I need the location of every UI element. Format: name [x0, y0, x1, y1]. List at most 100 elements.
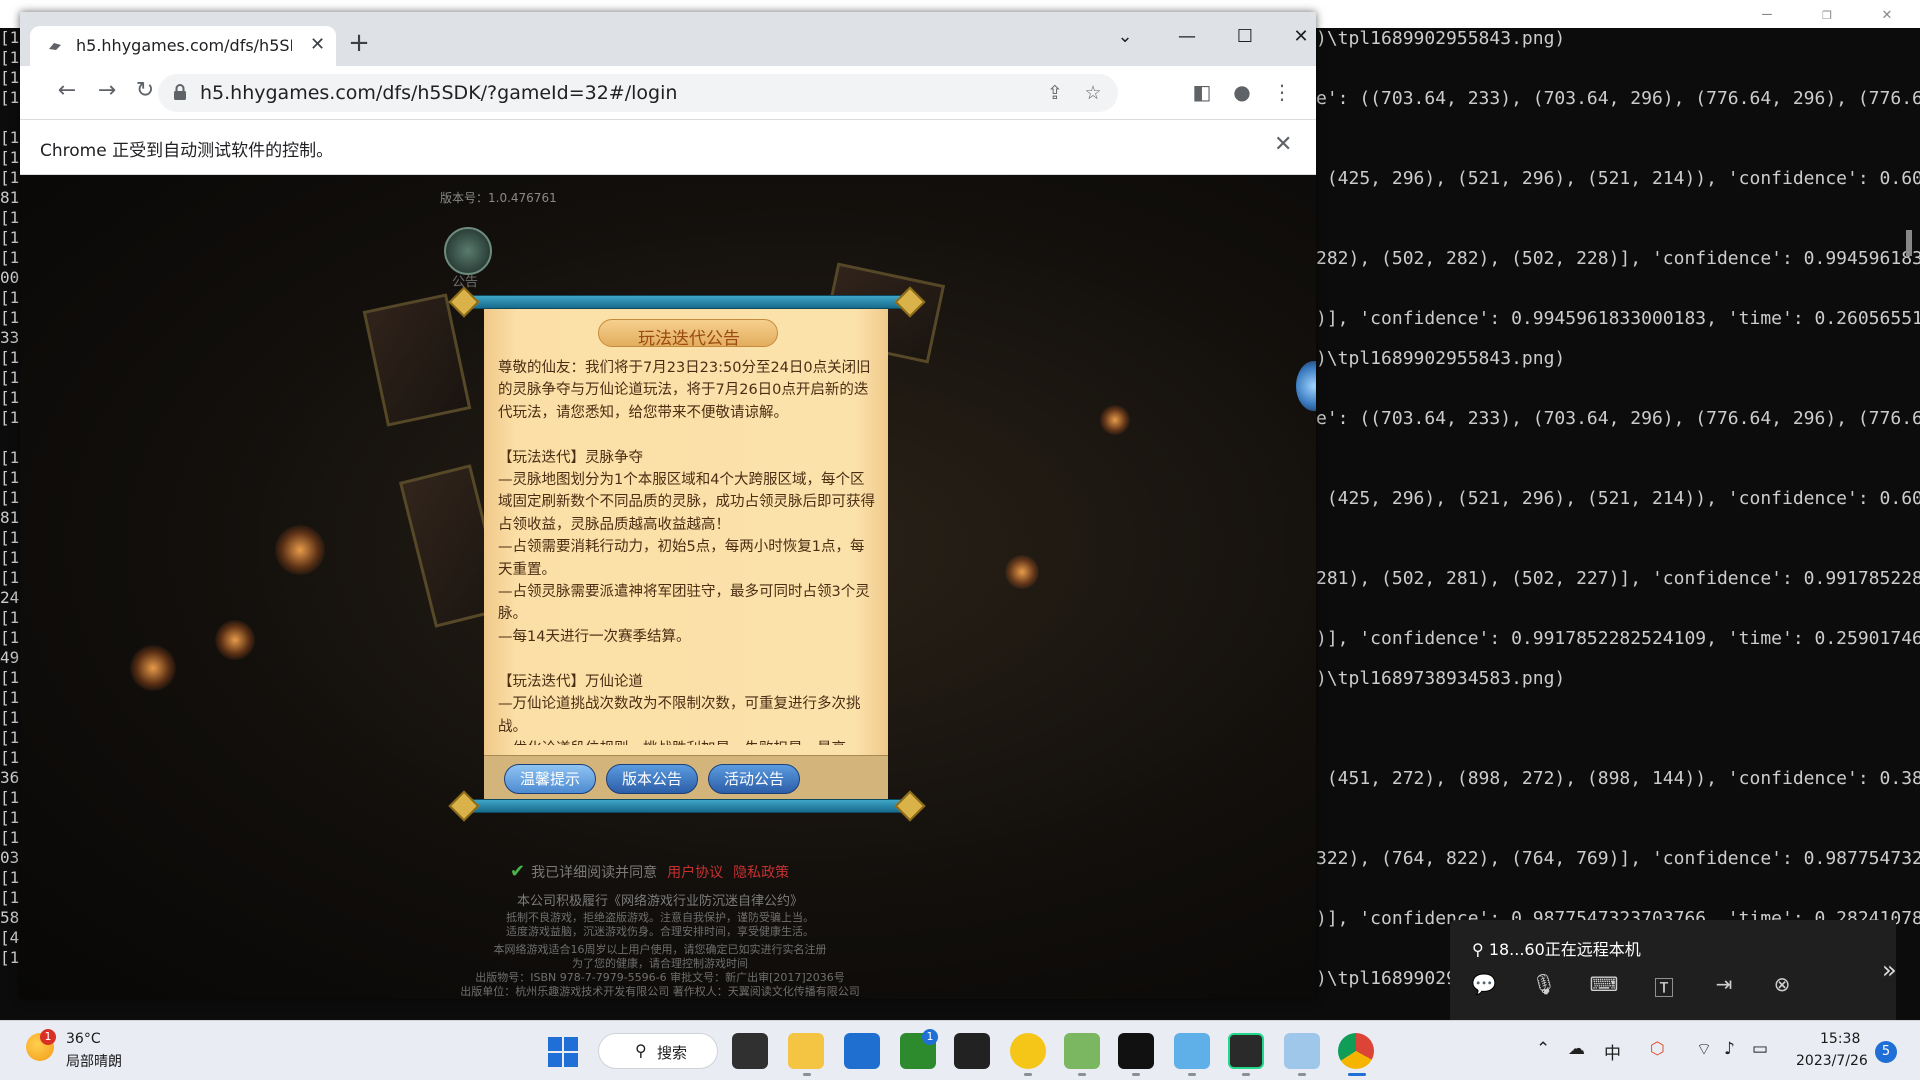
weather-description[interactable]: 局部晴朗 — [66, 1051, 122, 1071]
announcement-body[interactable]: 尊敬的仙友：我们将于7月23日23:50分至24日0点关闭旧的灵脉争夺与万仙论道… — [498, 357, 876, 745]
console-line-prefix: [1 — [0, 728, 20, 747]
console-line-prefix: [1 — [0, 348, 20, 367]
ember-particle — [275, 525, 325, 575]
app-icon[interactable] — [1284, 1033, 1320, 1069]
announcement-scroll-dialog: 玩法迭代公告 尊敬的仙友：我们将于7月23日23:50分至24日0点关闭旧的灵脉… — [448, 286, 926, 822]
disconnect-icon[interactable]: ⊗ — [1766, 972, 1798, 1002]
taskbar-search[interactable]: ⚲ 搜索 — [598, 1033, 718, 1069]
floating-orb-button[interactable] — [1296, 361, 1316, 411]
microsoft-store-icon[interactable] — [844, 1033, 880, 1069]
window-close-button[interactable]: ✕ — [1286, 26, 1316, 47]
side-panel-icon[interactable]: ◧ — [1188, 80, 1216, 104]
console-line-prefix: [1 — [0, 488, 20, 507]
taskbar: 1 36°C 局部晴朗 ⚲ 搜索 1 ⌃ ☁ 中 ⬡ ⌔ ♪ ▭ 15:38 2… — [0, 1020, 1920, 1080]
tab-tips[interactable]: 温馨提示 — [504, 764, 596, 794]
legal-footer: 本公司积极履行《网络游戏行业防沉迷自律公约》 抵制不良游戏，拒绝盗版游戏。注意自… — [380, 893, 940, 999]
text-icon[interactable]: 🅃 — [1648, 972, 1680, 1002]
volume-icon[interactable]: ♪ — [1724, 1039, 1735, 1059]
url-text[interactable]: h5.hhygames.com/dfs/h5SDK/?gameId=32#/lo… — [200, 82, 677, 104]
notification-badge[interactable]: 5 — [1875, 1041, 1897, 1063]
task-view-icon[interactable] — [732, 1033, 768, 1069]
file-transfer-icon[interactable]: ⇥ — [1708, 972, 1740, 1002]
cloud-sync-icon[interactable]: ☁ — [1568, 1039, 1585, 1059]
chat-icon[interactable]: 💬 — [1468, 972, 1500, 1002]
wifi-icon[interactable]: ⌔ — [1696, 1039, 1712, 1060]
console-close-button[interactable]: ✕ — [1872, 4, 1902, 24]
app-icon[interactable] — [1064, 1033, 1100, 1069]
console-maximize-button[interactable]: ❐ — [1812, 4, 1842, 24]
chrome-taskbar-icon[interactable] — [1338, 1033, 1374, 1069]
back-button[interactable]: ← — [52, 78, 82, 103]
menu-kebab-icon[interactable]: ⋮ — [1268, 80, 1296, 104]
console-line: (425, 296), (521, 296), (521, 214)), 'co… — [1316, 488, 1920, 509]
github-icon[interactable] — [954, 1033, 990, 1069]
console-scrollbar[interactable] — [1906, 230, 1912, 256]
browser-toolbar: ← → ↻ h5.hhygames.com/dfs/h5SDK/?gameId=… — [20, 66, 1316, 120]
console-line-prefix: [1 — [0, 368, 20, 387]
window-minimize-button[interactable]: — — [1172, 26, 1202, 47]
console-line-prefix: [1 — [0, 548, 20, 567]
infobar-close-icon[interactable]: ✕ — [1274, 132, 1292, 157]
search-label: 搜索 — [657, 1044, 688, 1062]
game-viewport[interactable]: 版本号：1.0.476761 公告 玩法迭代公告 尊敬的仙友：我们将于7月23日… — [20, 175, 1316, 999]
console-line-prefix: [4 — [0, 928, 20, 947]
running-indicator — [1348, 1073, 1366, 1076]
profile-avatar-icon[interactable]: ● — [1228, 80, 1256, 104]
new-tab-button[interactable]: + — [344, 28, 374, 58]
tab-version-notice[interactable]: 版本公告 — [606, 764, 698, 794]
terminal-icon[interactable] — [1118, 1033, 1154, 1069]
footer-line: 本网络游戏适合16周岁以上用户使用，请您确定已如实进行实名注册 — [493, 943, 827, 956]
browser-tab[interactable]: h5.hhygames.com/dfs/h5SDK ✕ — [30, 26, 336, 66]
battery-icon[interactable]: ▭ — [1752, 1039, 1768, 1059]
footer-line: 出版单位：杭州乐趣游戏技术开发有限公司 著作权人：天翼阅读文化传播有限公司 — [460, 985, 860, 998]
window-maximize-button[interactable]: ☐ — [1230, 26, 1260, 47]
bookmark-star-icon[interactable]: ☆ — [1080, 82, 1106, 104]
clock-time[interactable]: 15:38 — [1820, 1031, 1860, 1047]
tab-event-notice[interactable]: 活动公告 — [708, 764, 800, 794]
app-icon[interactable] — [1174, 1033, 1210, 1069]
console-line-prefix: 49 — [0, 648, 20, 667]
footer-line: 为了您的健康，请合理控制游戏时间 — [572, 957, 748, 970]
tray-overflow-chevron-icon[interactable]: ⌃ — [1536, 1039, 1550, 1059]
ime-indicator[interactable]: 中 — [1604, 1039, 1621, 1064]
app-icon[interactable] — [1010, 1033, 1046, 1069]
tab-close-icon[interactable]: ✕ — [310, 34, 325, 55]
console-line-prefix: 81 — [0, 508, 20, 527]
app-tray-icon[interactable]: ⬡ — [1650, 1039, 1665, 1059]
weather-temperature[interactable]: 36°C — [66, 1031, 101, 1047]
reload-button[interactable]: ↻ — [130, 78, 160, 103]
user-agreement-link[interactable]: 用户协议 — [667, 865, 723, 881]
footer-line: 出版物号：ISBN 978-7-7979-5596-6 审批文号：新广出审[20… — [475, 971, 845, 984]
notice-bell-icon[interactable] — [444, 227, 492, 275]
pycharm-icon[interactable] — [1228, 1033, 1264, 1069]
console-line-prefix: [1 — [0, 88, 20, 107]
console-line: )], 'confidence': 0.9945961833000183, 't… — [1316, 308, 1920, 329]
start-windows-icon[interactable] — [548, 1037, 578, 1067]
forward-button[interactable]: → — [92, 78, 122, 103]
tab-search-icon[interactable]: ⌄ — [1110, 26, 1140, 47]
lock-icon[interactable] — [172, 83, 188, 101]
remote-expand-icon[interactable]: » — [1882, 956, 1897, 984]
tab-strip: h5.hhygames.com/dfs/h5SDK ✕ + ⌄ — ☐ ✕ — [20, 12, 1316, 66]
console-minimize-button[interactable]: — — [1752, 4, 1782, 24]
clock-date[interactable]: 2023/7/26 — [1796, 1053, 1868, 1069]
remote-status-text: ⚲ 18...60正在远程本机 — [1472, 940, 1641, 959]
console-line-prefix: [1 — [0, 68, 20, 87]
keyboard-icon[interactable]: ⌨ — [1588, 972, 1620, 1002]
announcement-paragraph: —万仙论道挑战次数改为不限制次数，可重复进行多次挑战。 — [498, 696, 861, 735]
share-icon[interactable]: ⇪ — [1042, 82, 1068, 104]
console-line-prefix — [0, 108, 22, 128]
address-bar[interactable]: h5.hhygames.com/dfs/h5SDK/?gameId=32#/lo… — [158, 74, 1118, 112]
console-line-prefix: [1 — [0, 708, 20, 727]
console-line-prefix: [1 — [0, 48, 20, 67]
privacy-policy-link[interactable]: 隐私政策 — [733, 865, 789, 881]
agree-checkbox[interactable]: ✔ — [510, 861, 525, 882]
console-line-prefix: [1 — [0, 568, 20, 587]
rod-cap-ornament — [448, 790, 480, 822]
console-line: )], 'confidence': 0.9917852282524109, 't… — [1316, 628, 1920, 649]
console-line-prefix: [1 — [0, 28, 20, 47]
ember-particle — [1100, 405, 1130, 435]
microphone-icon[interactable]: 🎙 — [1528, 972, 1560, 1002]
console-line-prefix: [1 — [0, 628, 20, 647]
file-explorer-icon[interactable] — [788, 1033, 824, 1069]
